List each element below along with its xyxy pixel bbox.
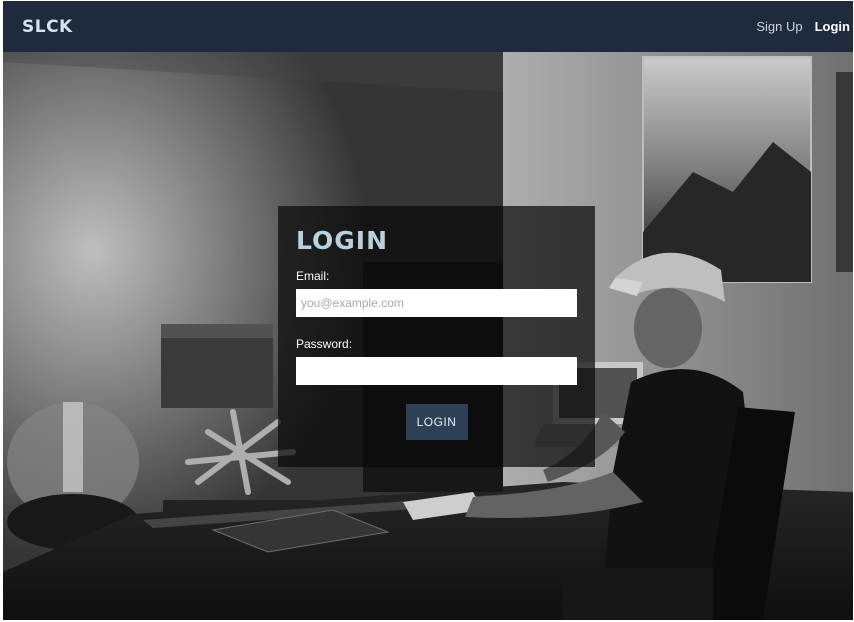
password-group: Password:: [296, 337, 577, 385]
login-link[interactable]: Login: [815, 19, 850, 34]
email-label: Email:: [296, 269, 330, 283]
email-input[interactable]: [296, 289, 577, 317]
email-group: Email:: [296, 269, 577, 317]
brand-logo[interactable]: SLCK: [22, 17, 73, 37]
nav-links: Sign Up Login: [756, 19, 850, 34]
top-navbar: SLCK Sign Up Login: [3, 1, 853, 52]
login-form: LOGIN Email: Password: LOGIN: [278, 206, 595, 467]
password-input[interactable]: [296, 357, 577, 385]
login-submit-button[interactable]: LOGIN: [405, 404, 468, 440]
password-label: Password:: [296, 337, 353, 351]
signup-link[interactable]: Sign Up: [756, 19, 802, 34]
login-title: LOGIN: [296, 226, 389, 255]
